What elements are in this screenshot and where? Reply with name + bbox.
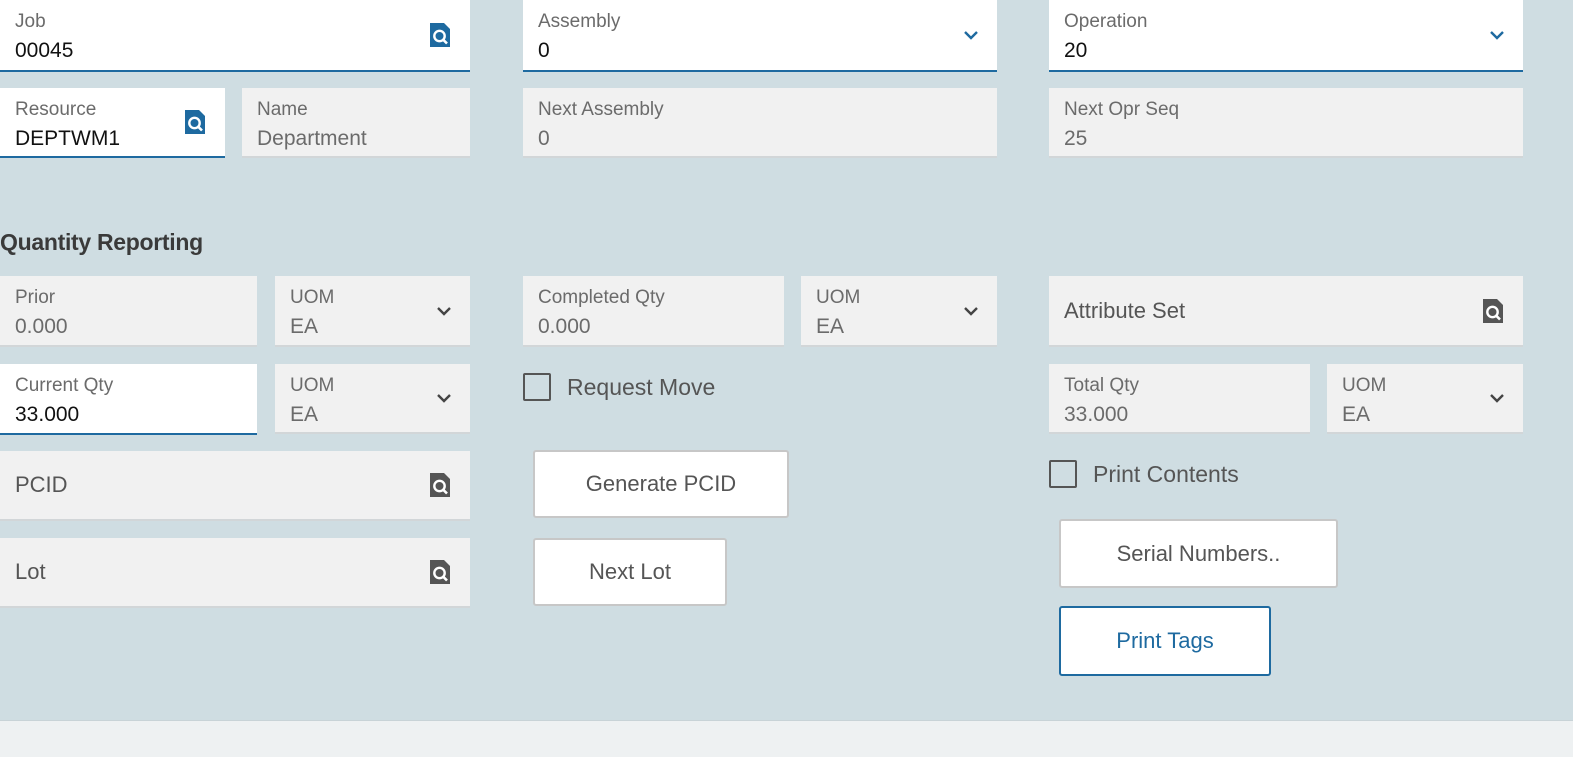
operation-value: 20	[1064, 39, 1088, 62]
uom-value: EA	[290, 315, 319, 338]
next-opr-seq-field: Next Opr Seq 25	[1049, 88, 1523, 158]
attribute-set-field[interactable]: Attribute Set	[1049, 276, 1523, 347]
total-qty-value: 33.000	[1064, 403, 1129, 426]
generate-pcid-button[interactable]: Generate PCID	[533, 450, 789, 518]
prior-field: Prior 0.000	[0, 276, 257, 347]
next-opr-seq-value: 25	[1064, 127, 1088, 150]
search-doc-icon[interactable]	[428, 558, 452, 586]
request-move-checkbox[interactable]	[523, 373, 551, 401]
next-opr-seq-label: Next Opr Seq	[1064, 99, 1180, 120]
name-value: Department	[257, 127, 367, 150]
uom-label: UOM	[816, 287, 861, 308]
assembly-value: 0	[538, 39, 550, 62]
name-field: Name Department	[242, 88, 470, 158]
completed-qty-value: 0.000	[538, 315, 591, 338]
current-qty-value[interactable]: 33.000	[15, 403, 79, 427]
request-move-label: Request Move	[567, 373, 716, 400]
current-qty-field[interactable]: Current Qty 33.000	[0, 364, 257, 435]
attribute-set-label: Attribute Set	[1064, 297, 1186, 323]
lot-field[interactable]: Lot	[0, 538, 470, 608]
chevron-down-icon[interactable]	[963, 30, 979, 40]
current-uom-select[interactable]: UOM EA	[275, 364, 470, 434]
resource-value[interactable]: DEPTWM1	[15, 127, 120, 151]
request-move-option[interactable]: Request Move	[523, 373, 715, 401]
operation-label: Operation	[1064, 11, 1148, 32]
completed-uom-select[interactable]: UOM EA	[801, 276, 997, 347]
search-doc-icon[interactable]	[1481, 297, 1505, 325]
print-contents-option[interactable]: Print Contents	[1049, 460, 1239, 488]
footer-bar	[0, 720, 1573, 757]
job-field[interactable]: Job 00045	[0, 0, 470, 72]
chevron-down-icon[interactable]	[1489, 30, 1505, 40]
total-uom-select[interactable]: UOM EA	[1327, 364, 1523, 434]
print-contents-label: Print Contents	[1093, 460, 1239, 487]
next-assembly-value: 0	[538, 127, 550, 150]
search-doc-icon[interactable]	[183, 108, 207, 136]
total-qty-field: Total Qty 33.000	[1049, 364, 1310, 434]
uom-label: UOM	[290, 375, 335, 396]
next-lot-button[interactable]: Next Lot	[533, 538, 727, 606]
total-qty-label: Total Qty	[1064, 375, 1139, 396]
chevron-down-icon[interactable]	[436, 306, 452, 316]
operation-select[interactable]: Operation 20	[1049, 0, 1523, 72]
prior-label: Prior	[15, 287, 56, 308]
prior-uom-select[interactable]: UOM EA	[275, 276, 470, 347]
assembly-label: Assembly	[538, 11, 621, 32]
chevron-down-icon[interactable]	[436, 393, 452, 403]
pcid-label: PCID	[15, 472, 68, 497]
completed-qty-label: Completed Qty	[538, 287, 665, 308]
uom-label: UOM	[1342, 375, 1387, 396]
resource-field[interactable]: Resource DEPTWM1	[0, 88, 225, 158]
print-contents-checkbox[interactable]	[1049, 460, 1077, 488]
chevron-down-icon[interactable]	[1489, 393, 1505, 403]
next-assembly-label: Next Assembly	[538, 99, 664, 120]
current-qty-label: Current Qty	[15, 375, 114, 396]
uom-value: EA	[290, 403, 319, 426]
pcid-field[interactable]: PCID	[0, 451, 470, 521]
search-doc-icon[interactable]	[428, 471, 452, 499]
resource-label: Resource	[15, 99, 97, 120]
print-tags-button[interactable]: Print Tags	[1059, 606, 1271, 676]
uom-label: UOM	[290, 287, 335, 308]
serial-numbers-button[interactable]: Serial Numbers..	[1059, 519, 1338, 588]
job-value[interactable]: 00045	[15, 39, 73, 63]
uom-value: EA	[816, 315, 845, 338]
chevron-down-icon[interactable]	[963, 306, 979, 316]
search-doc-icon[interactable]	[428, 21, 452, 49]
assembly-select[interactable]: Assembly 0	[523, 0, 997, 72]
uom-value: EA	[1342, 403, 1371, 426]
lot-label: Lot	[15, 559, 46, 584]
job-label: Job	[15, 11, 46, 32]
name-label: Name	[257, 99, 308, 120]
next-assembly-field: Next Assembly 0	[523, 88, 997, 158]
section-title: Quantity Reporting	[0, 229, 203, 255]
completed-qty-field: Completed Qty 0.000	[523, 276, 784, 347]
prior-value: 0.000	[15, 315, 68, 338]
